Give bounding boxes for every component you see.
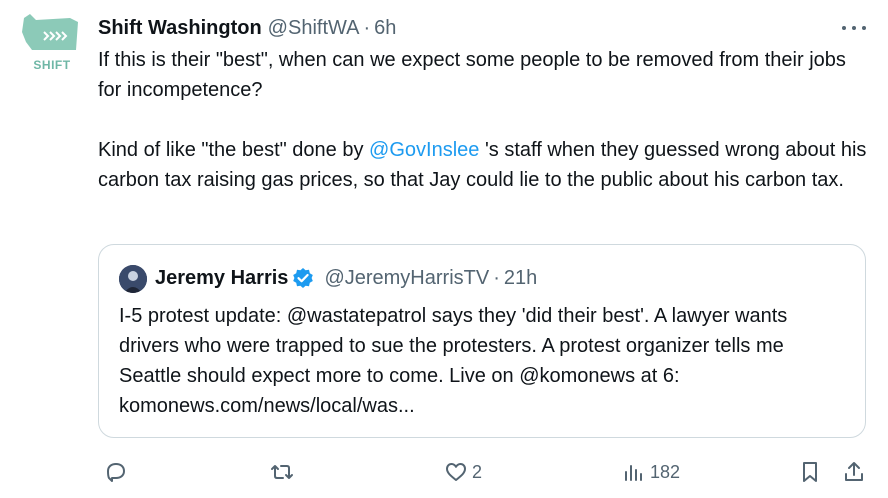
author-handle[interactable]: @ShiftWA (268, 17, 360, 40)
quoted-tweet-timestamp: 21h (503, 266, 538, 289)
share-button[interactable] (842, 456, 866, 488)
reply-button[interactable] (104, 456, 132, 488)
share-icon (845, 462, 863, 481)
author-avatar[interactable]: SHIFT (18, 12, 84, 72)
tweet-header: Shift Washington @ShiftWA · 6h (98, 14, 868, 42)
avatar-label: SHIFT (33, 58, 71, 72)
tweet-timestamp[interactable]: 6h (374, 17, 396, 40)
mention-link[interactable]: @GovInslee (369, 139, 479, 161)
author-name[interactable]: Shift Washington (98, 17, 262, 40)
retweet-icon (271, 465, 293, 479)
bookmark-icon (803, 462, 817, 482)
person-avatar-icon (119, 265, 147, 293)
washington-state-logo-icon (22, 14, 78, 50)
quoted-tweet[interactable]: Jeremy Harris @JeremyHarrisTV · 21h I-5 … (98, 244, 866, 438)
quoted-author-name: Jeremy Harris (155, 266, 289, 289)
views-chart-icon (625, 465, 642, 481)
quoted-tweet-text: I-5 protest update: @wastatepatrol says … (119, 305, 788, 417)
tweet-text: If this is their "best", when can we exp… (98, 45, 868, 195)
verified-badge-icon (293, 268, 314, 288)
like-button[interactable]: 2 (444, 456, 482, 488)
separator-dot: · (493, 266, 500, 289)
views-button[interactable]: 182 (622, 456, 680, 488)
reply-icon (107, 463, 125, 482)
retweet-button[interactable] (270, 456, 298, 488)
separator-dot: · (363, 16, 371, 39)
views-count: 182 (650, 461, 681, 482)
like-count: 2 (472, 461, 483, 482)
quoted-tweet-header: Jeremy Harris @JeremyHarrisTV · 21h (155, 263, 537, 293)
tweet-actions: 2 182 (98, 456, 868, 488)
more-options-icon[interactable] (842, 18, 866, 38)
bookmark-button[interactable] (798, 456, 822, 488)
heart-icon (446, 463, 466, 481)
quoted-author-avatar (119, 265, 147, 293)
quoted-author-handle: @JeremyHarrisTV (324, 266, 490, 289)
